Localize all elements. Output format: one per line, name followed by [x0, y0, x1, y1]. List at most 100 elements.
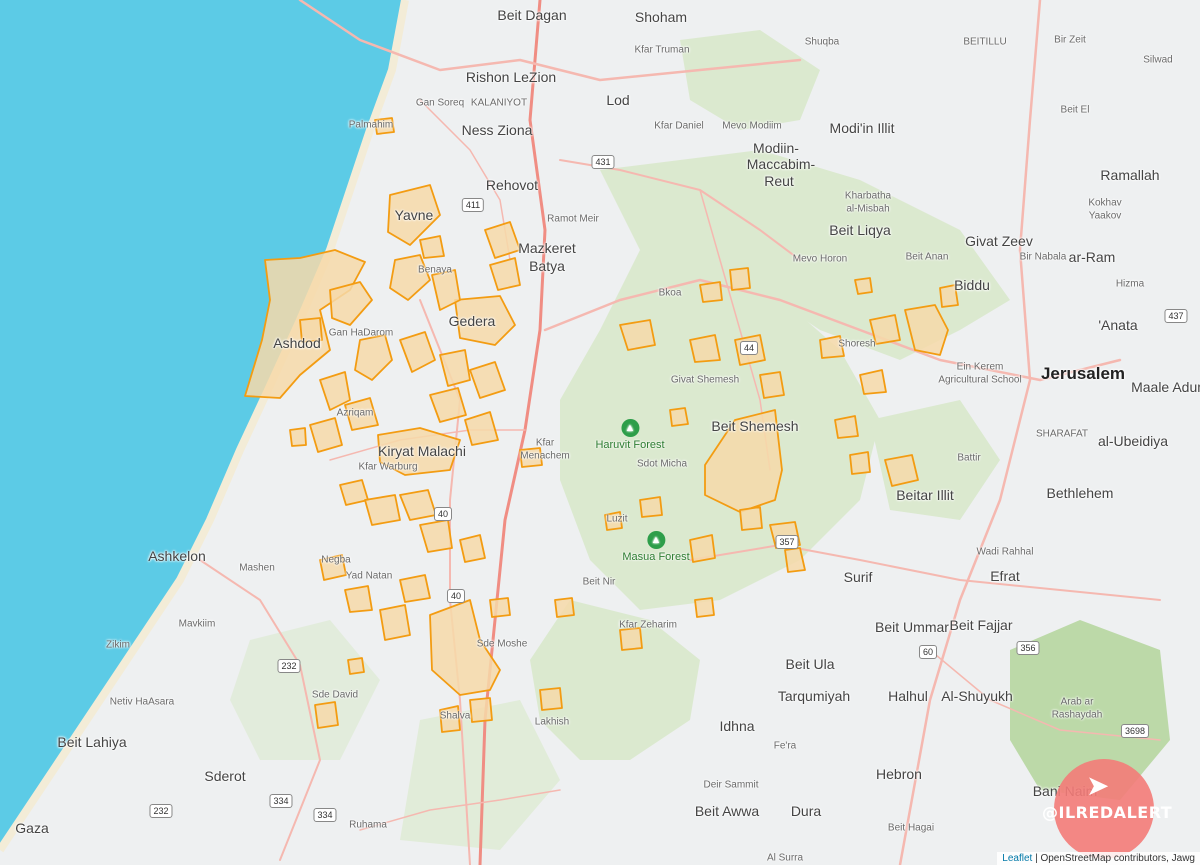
label-modiin-illit: Modi'in Illit: [829, 120, 895, 136]
label-beit-liqya: Beit Liqya: [829, 222, 891, 238]
label-beit-lahiya: Beit Lahiya: [57, 734, 127, 750]
label-bkoa: Bkoa: [658, 287, 682, 299]
label-kfar-truman: Kfar Truman: [634, 44, 690, 56]
leaflet-link[interactable]: Leaflet: [1002, 853, 1032, 864]
road-shield-357: 357: [775, 535, 799, 549]
label-gan-soreq: Gan Soreq: [415, 97, 465, 109]
label-luzit: Luzit: [606, 513, 628, 525]
label-rashaydah: Rashaydah: [1051, 709, 1103, 721]
label-palmahim: Palmahim: [348, 119, 394, 131]
label-beit-dagan: Beit Dagan: [497, 7, 567, 23]
label-sdot-micha: Sdot Micha: [636, 458, 688, 470]
label-beit-shemesh: Beit Shemesh: [711, 418, 799, 434]
label-hebron: Hebron: [876, 766, 922, 782]
road-shield-44: 44: [739, 341, 759, 355]
label-ashdod: Ashdod: [273, 335, 321, 351]
label-beitar-illit: Beitar Illit: [896, 487, 954, 503]
label-ein-kerem: Ein Kerem: [956, 361, 1004, 373]
watermark: ➤ @ILREDALERT: [1042, 759, 1172, 859]
road-shield-334b: 334: [313, 808, 337, 822]
label-sharafat: SHARAFAT: [1035, 428, 1089, 440]
label-beit-hagai: Beit Hagai: [887, 822, 935, 834]
label-tarqumiyah: Tarqumiyah: [777, 688, 851, 704]
map-view[interactable]: Beit Dagan Shoham Kfar Truman Shuqba BEI…: [0, 0, 1200, 865]
label-givat-zeev: Givat Zeev: [965, 233, 1033, 249]
label-kfar-menachem-2: Menachem: [520, 450, 570, 462]
label-beit-ula: Beit Ula: [785, 656, 835, 672]
label-bethlehem: Bethlehem: [1046, 485, 1114, 501]
label-idhna: Idhna: [719, 718, 755, 734]
label-lakhish: Lakhish: [534, 716, 570, 728]
label-kfar-menachem-1: Kfar: [535, 437, 555, 449]
label-yad-natan: Yad Natan: [345, 570, 393, 582]
label-deir-sammit: Deir Sammit: [703, 779, 759, 791]
label-mazkeret: Mazkeret: [518, 240, 576, 256]
label-rishon: Rishon LeZion: [465, 69, 557, 85]
label-maale-adumim: Maale Adum: [1131, 379, 1200, 395]
forest-masua[interactable]: ▲ Masua Forest: [622, 531, 690, 563]
rocket-icon: ➤: [1086, 770, 1110, 801]
label-mevo-horon: Mevo Horon: [792, 253, 848, 265]
label-beit-ummar: Beit Ummar: [875, 619, 949, 635]
tree-icon: ▲: [620, 419, 639, 437]
label-beit-nir: Beit Nir: [582, 576, 616, 588]
label-netiv-haasara: Netiv HaAsara: [109, 696, 175, 708]
label-kokhav: Kokhav: [1088, 197, 1122, 209]
label-beit-el: Beit El: [1060, 104, 1090, 116]
label-gan-haharom: Gan HaDarom: [328, 327, 394, 339]
label-beit-awwa: Beit Awwa: [694, 803, 760, 819]
road-shield-437: 437: [1164, 309, 1188, 323]
label-beit-fajjar: Beit Fajjar: [949, 617, 1013, 633]
road-shield-60: 60: [918, 645, 938, 659]
road-shield-431: 431: [591, 155, 615, 169]
label-kfar-zeharim: Kfar Zeharim: [619, 619, 677, 631]
label-bir-nabala: Bir Nabala: [1019, 251, 1067, 263]
forest-haruvit[interactable]: ▲ Haruvit Forest: [595, 419, 665, 451]
label-benaya: Benaya: [418, 264, 452, 276]
label-al-ubeidiya: al-Ubeidiya: [1097, 433, 1169, 449]
map-attribution: Leaflet | OpenStreetMap contributors, Ja…: [997, 852, 1200, 865]
label-ramot-meir: Ramot Meir: [547, 213, 599, 225]
label-efrat: Efrat: [990, 568, 1020, 584]
label-biddu: Biddu: [954, 277, 990, 293]
label-dura: Dura: [790, 803, 822, 819]
label-sde-david: Sde David: [311, 689, 359, 701]
label-beit-anan: Beit Anan: [905, 251, 949, 263]
label-halhul: Halhul: [888, 688, 928, 704]
label-ashkelon: Ashkelon: [148, 548, 206, 564]
label-wadi-rahhal: Wadi Rahhal: [976, 546, 1034, 558]
label-al-shuyukh: Al-Shuyukh: [941, 688, 1013, 704]
label-ness-ziona: Ness Ziona: [461, 122, 533, 138]
label-jerusalem: Jerusalem: [1040, 364, 1126, 383]
label-shalva: Shalva: [439, 710, 471, 722]
label-mavkiim: Mavkiim: [178, 618, 216, 630]
forest-label: Haruvit Forest: [595, 439, 665, 451]
osm-attribution[interactable]: OpenStreetMap contributors, Jawg: [1040, 853, 1195, 864]
label-batya: Batya: [529, 258, 565, 274]
label-shuqba: Shuqba: [804, 36, 840, 48]
woodland-areas: [230, 30, 1170, 850]
label-rehovot: Rehovot: [485, 177, 539, 193]
label-battir: Battir: [957, 452, 981, 464]
label-lod: Lod: [606, 92, 630, 108]
label-yaakov: Yaakov: [1088, 210, 1122, 222]
label-shoham: Shoham: [634, 9, 688, 25]
label-mevo-modiim: Mevo Modiim: [722, 120, 782, 132]
label-shoresh: Shoresh: [838, 338, 876, 350]
label-al-misbah: al-Misbah: [846, 203, 890, 215]
label-modiin: Modiin-: [753, 140, 799, 156]
tree-icon: ▲: [647, 531, 665, 549]
road-shield-334a: 334: [269, 794, 293, 808]
label-arab-ar: Arab ar: [1060, 696, 1094, 708]
label-gedera: Gedera: [448, 313, 496, 329]
watermark-handle: @ILREDALERT: [1042, 803, 1173, 822]
label-ar-ram: ar-Ram: [1068, 249, 1116, 265]
label-sderot: Sderot: [204, 768, 246, 784]
label-kharbatha: Kharbatha: [844, 190, 892, 202]
label-sde-moshe: Sde Moshe: [476, 638, 528, 650]
label-zikim: Zikim: [106, 639, 130, 651]
label-negba: Negba: [321, 554, 351, 566]
label-kiryat-malachi: Kiryat Malachi: [378, 443, 466, 459]
label-silwad: Silwad: [1143, 54, 1173, 66]
road-shield-411: 411: [461, 198, 485, 212]
